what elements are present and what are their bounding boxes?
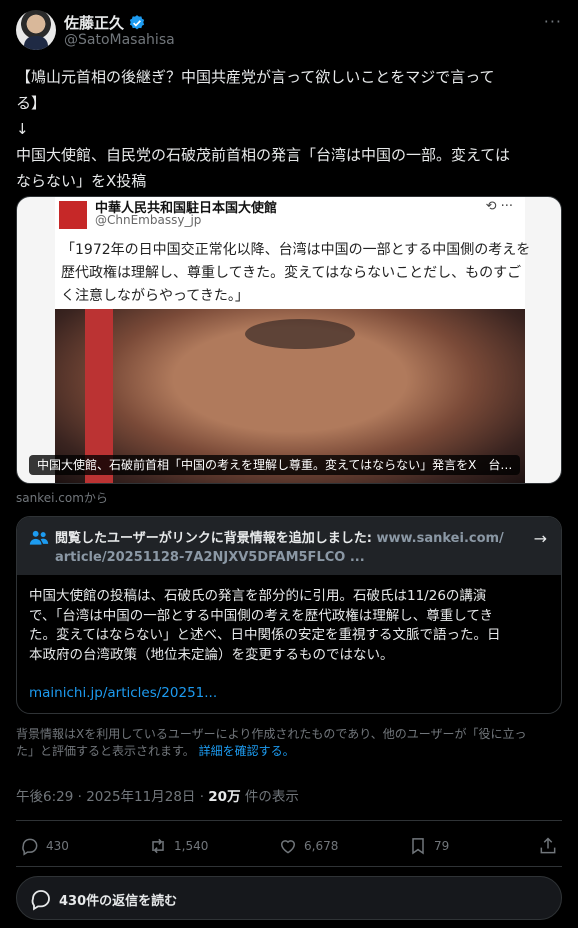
note-title: 閲覧したユーザーがリンクに背景情報を追加しました: www.sankei.com… (55, 529, 515, 567)
disclaimer-line: 背景情報はXを利用しているユーザーにより作成されたものであり、他のユーザーが「役… (16, 727, 527, 741)
embassy-handle: @ChnEmbassy_jp (95, 213, 202, 227)
card-caption[interactable]: 中国大使館、石破前首相「中国の考えを理解し尊重。変えてはならない」発言をX 台… (29, 455, 521, 475)
share-icon (540, 837, 556, 854)
reply-bubble-icon (31, 890, 50, 911)
view-suffix: 件の表示 (240, 789, 299, 805)
tweet-line: ならない」をX投稿 (16, 172, 147, 190)
quote-line: 「1972年の日中国交正常化以降、台湾は中国の一部とする中国側の考えを (61, 242, 531, 258)
more-options-icon[interactable]: ··· (544, 12, 562, 31)
note-line: 本政府の台湾政策（地位未定論）を変更するものではない。 (29, 646, 394, 663)
embedded-more-icon: ⟲ ··· (485, 199, 513, 214)
author-handle[interactable]: @SatoMasahisa (64, 32, 175, 48)
card-source[interactable]: sankei.comから (16, 489, 108, 506)
like-action[interactable]: 6,678 (278, 832, 338, 860)
divider (16, 820, 562, 821)
learn-more-link[interactable]: 詳細を確認する。 (199, 744, 295, 758)
tweet-line: る】 (16, 94, 47, 112)
like-count: 6,678 (304, 839, 339, 853)
divider (16, 866, 562, 867)
reply-count: 430 (46, 839, 69, 853)
disclaimer-line: た」と評価すると表示されます。 (16, 744, 199, 758)
repost-icon (152, 838, 164, 854)
quote-line: 歴代政権は理解し、尊重してきた。変えてはならないことだし、ものすご (61, 265, 522, 281)
avatar[interactable] (16, 10, 56, 50)
bookmark-action[interactable]: 79 (408, 832, 449, 860)
bookmark-icon (412, 838, 424, 855)
note-line: 中国大使館の投稿は、石破氏の発言を部分的に引用。石破氏は11/26の講演 (29, 588, 487, 604)
post-timestamp[interactable]: 午後6:29 · 2025年11月28日 · (16, 789, 208, 805)
heart-icon (280, 840, 296, 854)
view-count: 20万 (208, 789, 241, 805)
repost-count: 1,540 (174, 839, 209, 853)
note-line: で、「台湾は中国の一部とする中国側の考えを歴代政権は理解し、尊重してき (29, 607, 493, 624)
note-source-link[interactable]: mainichi.jp/articles/20251... (29, 685, 217, 701)
tweet-line: 【鳩山元首相の後継ぎ？中国共産党が言って欲しいことをマジで言って (16, 68, 495, 86)
link-card[interactable]: 中華人民共和国駐日本国大使館 @ChnEmbassy_jp ⟲ ··· 「197… (16, 196, 562, 484)
note-header[interactable]: 閲覧したユーザーがリンクに背景情報を追加しました: www.sankei.com… (17, 517, 561, 575)
repost-action[interactable]: 1,540 (148, 832, 208, 860)
people-icon (29, 530, 49, 545)
tweet-text: 【鳩山元首相の後継ぎ？中国共産党が言って欲しいことをマジで言って る】 ↓ 中国… (16, 64, 562, 194)
read-replies-label: 430件の返信を読む (59, 894, 178, 909)
author-name-row[interactable]: 佐藤正久 (64, 12, 146, 33)
arrow-right-icon[interactable]: → (534, 529, 547, 548)
quote-line: く注意しながらやってきた。」 (61, 288, 249, 304)
read-replies-button[interactable]: 430件の返信を読む (16, 876, 562, 920)
note-line: た。変えてはならない」と述べ、日中関係の安定を重視する文脈で語った。日 (29, 627, 501, 643)
tweet-line: 中国大使館、自民党の石破茂前首相の発言「台湾は中国の一部。変えては (16, 146, 510, 164)
reply-icon (22, 838, 38, 856)
note-body: 中国大使館の投稿は、石破氏の発言を部分的に引用。石破氏は11/26の講演 で、「… (29, 587, 549, 665)
bookmark-count: 79 (434, 839, 450, 853)
note-title-link-2[interactable]: article/20251128-7A2NJXV5DFAM5FLCO ... (55, 550, 365, 565)
post-meta: 午後6:29 · 2025年11月28日 · 20万 件の表示 (16, 785, 299, 805)
tweet-header: 佐藤正久 @SatoMasahisa ··· (16, 10, 562, 54)
embassy-logo-icon (59, 201, 87, 229)
verified-badge-icon (129, 14, 145, 29)
author-name[interactable]: 佐藤正久 (64, 12, 124, 33)
community-note: 閲覧したユーザーがリンクに背景情報を追加しました: www.sankei.com… (16, 516, 562, 714)
tweet-line: ↓ (16, 120, 29, 138)
reply-action[interactable]: 430 (20, 832, 69, 860)
share-action[interactable] (538, 832, 558, 860)
note-disclaimer: 背景情報はXを利用しているユーザーにより作成されたものであり、他のユーザーが「役… (16, 726, 562, 760)
action-bar: 430 1,540 6,678 79 (16, 832, 562, 860)
embassy-quote: 「1972年の日中国交正常化以降、台湾は中国の一部とする中国側の考えを 歴代政権… (61, 239, 531, 308)
note-title-text: 閲覧したユーザーがリンクに背景情報を追加しました: (55, 531, 377, 546)
note-title-link[interactable]: www.sankei.com/ (376, 531, 503, 546)
